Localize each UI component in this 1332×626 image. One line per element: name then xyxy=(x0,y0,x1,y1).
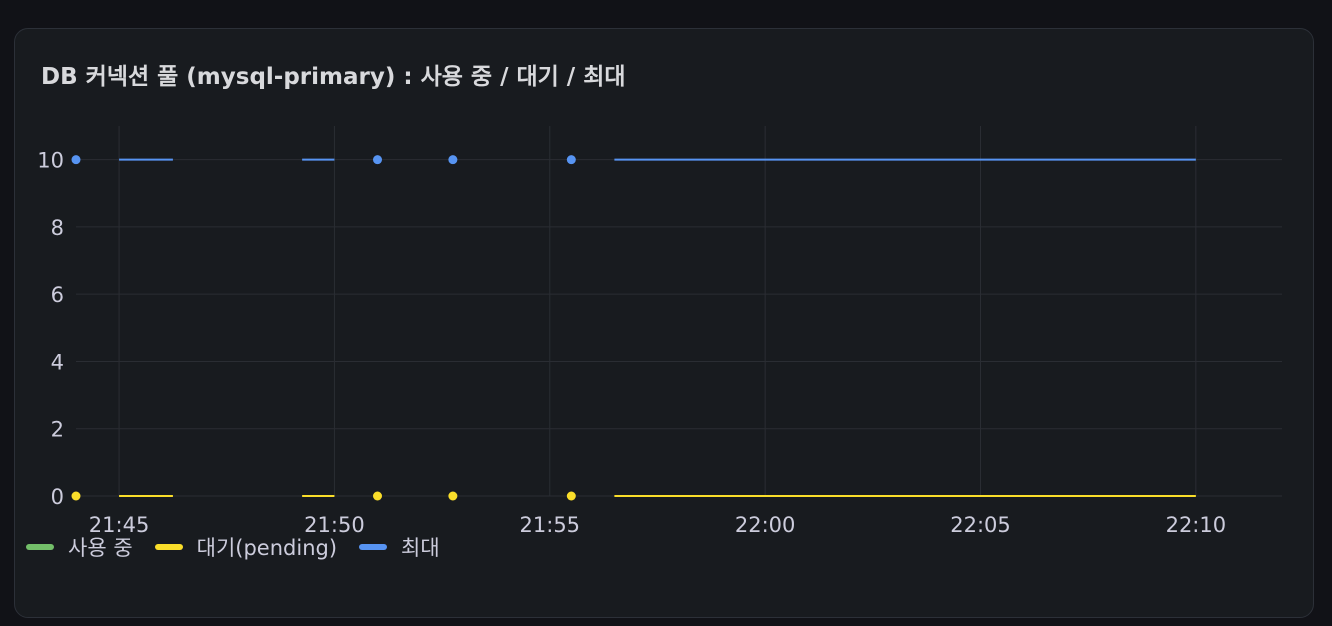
chart-legend: 사용 중 대기(pending) 최대 xyxy=(26,532,440,562)
legend-item[interactable]: 대기(pending) xyxy=(154,532,338,562)
series-point xyxy=(566,491,576,501)
y-tick-label: 10 xyxy=(37,149,64,173)
legend-item[interactable]: 사용 중 xyxy=(26,532,133,562)
y-tick-label: 2 xyxy=(51,418,64,442)
series-point xyxy=(448,155,458,165)
legend-label: 대기(pending) xyxy=(196,536,338,560)
series-point xyxy=(373,155,382,165)
y-tick-label: 8 xyxy=(51,216,64,240)
series-point xyxy=(566,155,576,165)
x-tick-label: 21:55 xyxy=(520,513,581,537)
x-tick-label: 22:00 xyxy=(735,513,796,537)
legend-item[interactable]: 최대 xyxy=(359,532,440,562)
x-tick-label: 22:05 xyxy=(950,513,1011,537)
series-point xyxy=(373,491,382,501)
y-tick-label: 4 xyxy=(51,350,64,374)
x-tick-label: 22:10 xyxy=(1166,513,1227,537)
legend-label: 최대 xyxy=(401,536,440,560)
series-point xyxy=(71,491,81,501)
legend-swatch xyxy=(26,544,54,550)
y-tick-label: 6 xyxy=(51,283,64,307)
legend-label: 사용 중 xyxy=(68,536,133,560)
series-point xyxy=(448,491,458,501)
legend-swatch xyxy=(154,544,183,550)
legend-swatch xyxy=(359,544,388,550)
series-point xyxy=(71,155,81,165)
y-tick-label: 0 xyxy=(51,485,64,509)
